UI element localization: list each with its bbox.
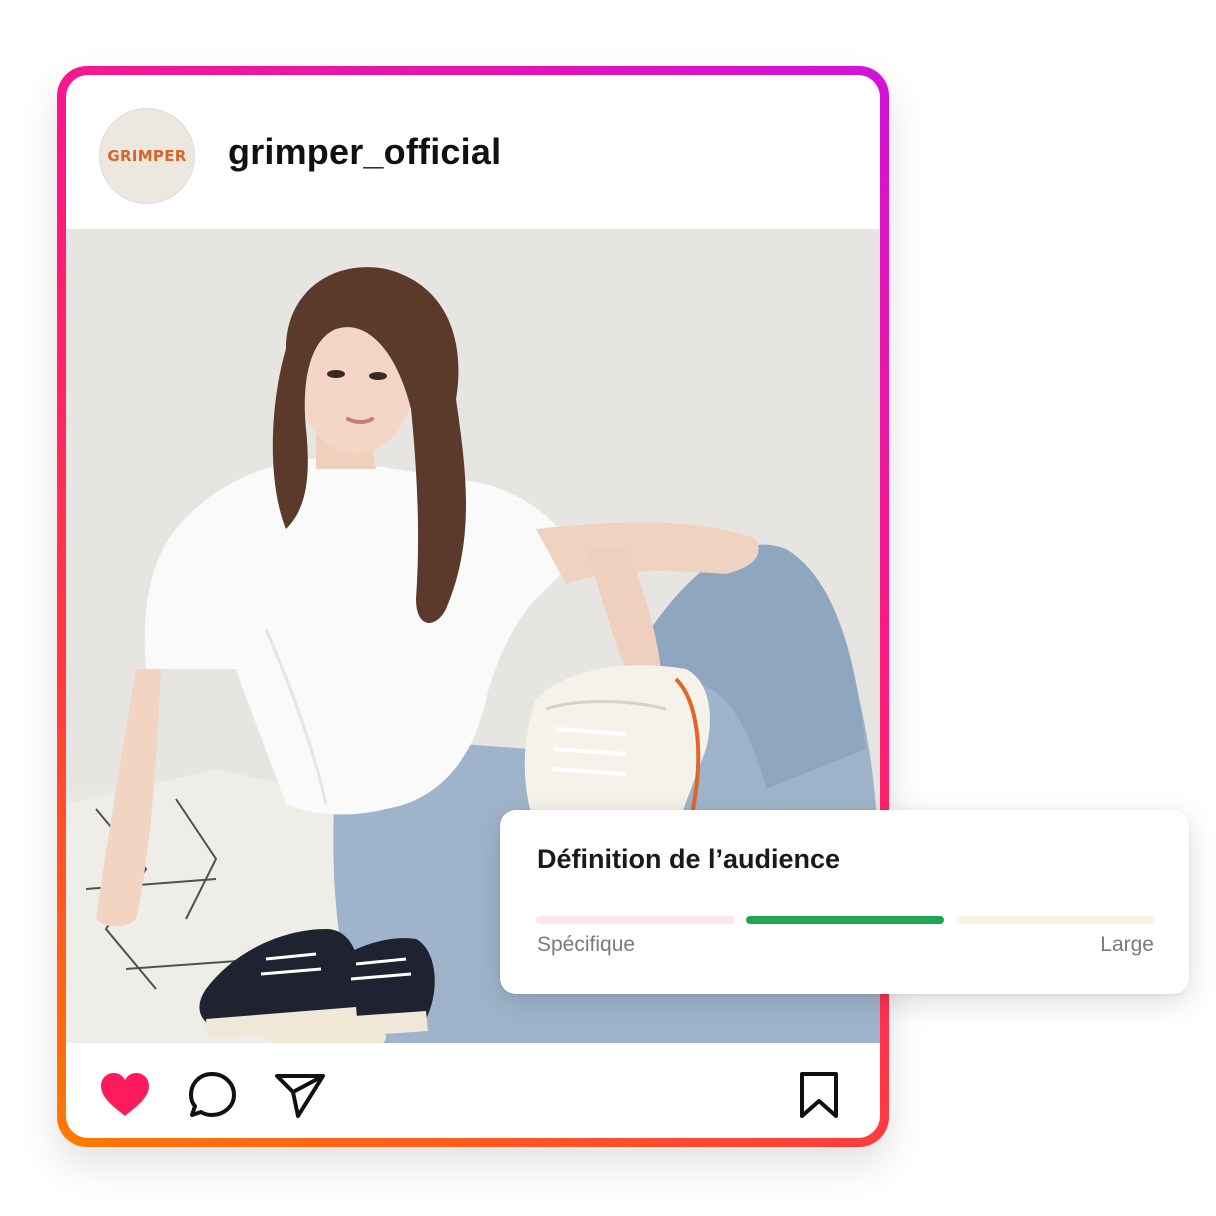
post-actions — [66, 1043, 880, 1138]
audience-label-broad: Large — [1100, 933, 1154, 956]
audience-segment-active — [746, 916, 944, 924]
profile-avatar[interactable]: GRIMPER — [99, 108, 195, 204]
stage: GRIMPER grimper_official Définition de l… — [0, 0, 1216, 1216]
audience-definition-card: Définition de l’audience Spécifique Larg… — [500, 810, 1189, 994]
heart-filled-icon[interactable] — [98, 1071, 152, 1119]
bookmark-icon[interactable] — [792, 1071, 846, 1119]
brand-logo-text: GRIMPER — [107, 147, 187, 165]
audience-label-specific: Spécifique — [537, 933, 636, 956]
post-username[interactable]: grimper_official — [228, 131, 501, 173]
audience-segment-specific — [536, 916, 734, 924]
audience-title: Définition de l’audience — [537, 844, 841, 874]
audience-meter — [536, 916, 1154, 924]
audience-segment-broad — [956, 916, 1154, 924]
paper-plane-icon[interactable] — [273, 1071, 327, 1119]
post-header: GRIMPER grimper_official — [66, 75, 880, 229]
comment-bubble-icon[interactable] — [186, 1071, 240, 1119]
